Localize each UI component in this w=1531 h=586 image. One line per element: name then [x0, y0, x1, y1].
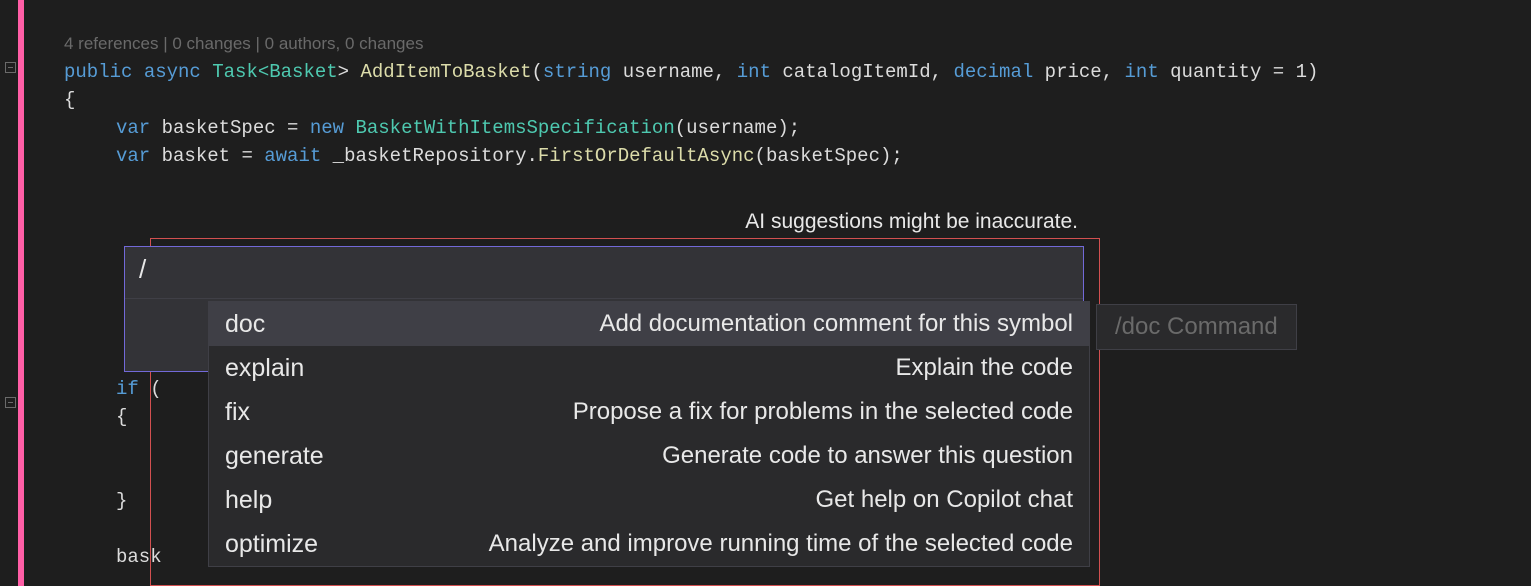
command-item-explain[interactable]: explain Explain the code: [209, 346, 1089, 390]
punct: ,: [1102, 61, 1125, 83]
code-line[interactable]: public async Task<Basket> AddItemToBaske…: [34, 58, 1531, 86]
command-name: help: [225, 486, 272, 514]
command-name: optimize: [225, 530, 318, 558]
command-desc: Analyze and improve running time of the …: [489, 530, 1073, 558]
collapse-toggle[interactable]: [5, 397, 16, 408]
copilot-command-list[interactable]: doc Add documentation comment for this sy…: [208, 301, 1090, 567]
command-desc: Add documentation comment for this symbo…: [599, 310, 1073, 338]
param: price: [1033, 61, 1101, 83]
args: (username);: [675, 117, 800, 139]
command-name: doc: [225, 310, 265, 338]
keyword: int: [737, 61, 771, 83]
command-desc: Get help on Copilot chat: [816, 486, 1074, 514]
code-line[interactable]: var basket = await _basketRepository.Fir…: [34, 142, 1531, 170]
command-item-help[interactable]: help Get help on Copilot chat: [209, 478, 1089, 522]
args: (basketSpec);: [755, 145, 903, 167]
keyword: int: [1125, 61, 1159, 83]
copilot-input[interactable]: /: [125, 247, 1083, 299]
keyword: var: [116, 117, 150, 139]
punct: (: [532, 61, 543, 83]
codelens-info[interactable]: 4 references | 0 changes | 0 authors, 0 …: [64, 30, 1531, 58]
punct: .: [527, 145, 538, 167]
default-val: = 1: [1261, 61, 1307, 83]
code-line[interactable]: var basketSpec = new BasketWithItemsSpec…: [34, 114, 1531, 142]
keyword: decimal: [953, 61, 1033, 83]
punct: ,: [931, 61, 954, 83]
keyword: var: [116, 145, 150, 167]
keyword: if: [116, 378, 139, 400]
command-name: explain: [225, 354, 304, 382]
brace: {: [116, 406, 127, 428]
field: _basketRepository: [321, 145, 526, 167]
keyword: await: [264, 145, 321, 167]
command-hint: /doc Command: [1096, 304, 1297, 350]
op: =: [287, 117, 310, 139]
command-item-fix[interactable]: fix Propose a fix for problems in the sel…: [209, 390, 1089, 434]
ai-warning-text: AI suggestions might be inaccurate.: [128, 208, 1078, 236]
brace: }: [116, 490, 127, 512]
type: Task<: [212, 61, 269, 83]
keyword: string: [543, 61, 611, 83]
param: quantity: [1159, 61, 1262, 83]
method: FirstOrDefaultAsync: [538, 145, 755, 167]
param: username: [611, 61, 714, 83]
local: basket: [150, 145, 241, 167]
punct: >: [338, 61, 361, 83]
command-item-generate[interactable]: generate Generate code to answer this que…: [209, 434, 1089, 478]
command-name: fix: [225, 398, 250, 426]
command-desc: Explain the code: [896, 354, 1073, 382]
code-line[interactable]: {: [34, 86, 1531, 114]
command-item-optimize[interactable]: optimize Analyze and improve running time…: [209, 522, 1089, 566]
type: Basket: [269, 61, 337, 83]
command-name: generate: [225, 442, 324, 470]
keyword: new: [310, 117, 356, 139]
punct: ,: [714, 61, 737, 83]
brace: {: [64, 89, 75, 111]
punct: (: [139, 378, 162, 400]
punct: ): [1307, 61, 1318, 83]
param: catalogItemId: [771, 61, 931, 83]
command-item-doc[interactable]: doc Add documentation comment for this sy…: [209, 302, 1089, 346]
type: BasketWithItemsSpecification: [355, 117, 674, 139]
change-marker: [18, 0, 24, 586]
command-desc: Generate code to answer this question: [662, 442, 1073, 470]
keyword: public async: [64, 61, 212, 83]
op: =: [241, 145, 264, 167]
collapse-toggle[interactable]: [5, 62, 16, 73]
method: AddItemToBasket: [360, 61, 531, 83]
identifier: bask: [116, 546, 162, 568]
local: basketSpec: [150, 117, 287, 139]
command-desc: Propose a fix for problems in the select…: [573, 398, 1073, 426]
